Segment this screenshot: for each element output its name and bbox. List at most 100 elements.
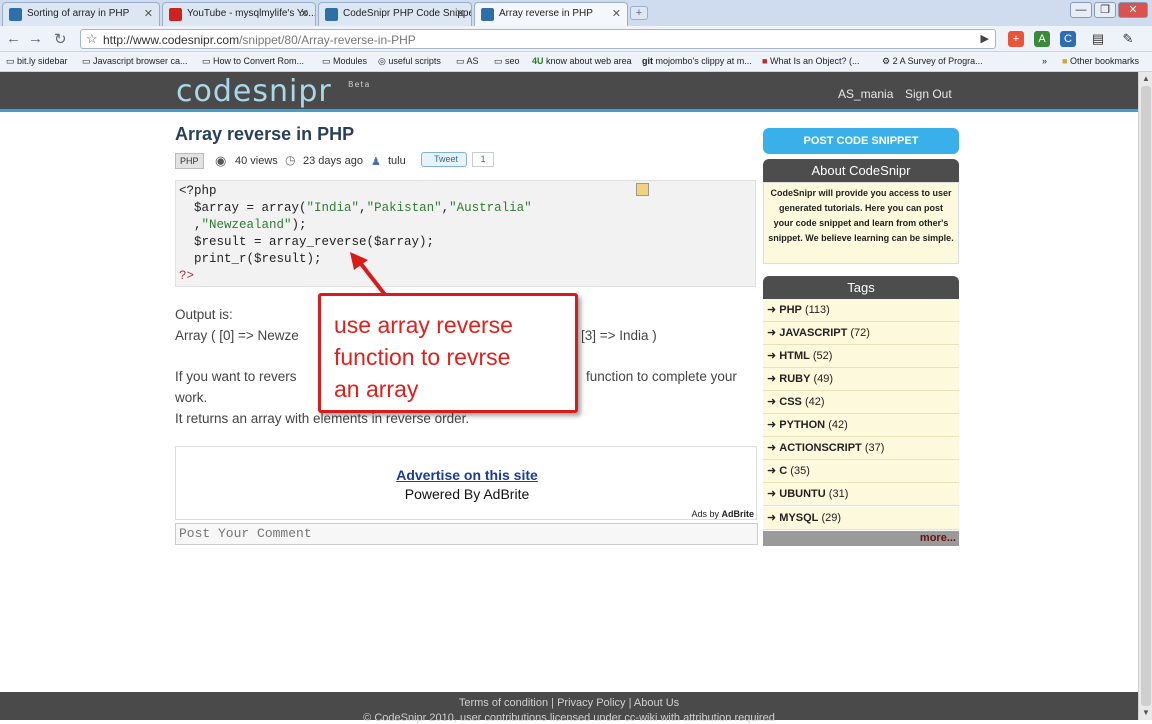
url-domain: http://www.codesnipr.com [103,33,240,47]
bookmark-label: useful scripts [388,56,441,66]
tags-panel-title: Tags [763,276,959,300]
bookmark-label: mojombo's clippy at m... [655,56,752,66]
scroll-down-icon[interactable]: ▼ [1142,708,1150,717]
other-bookmarks-folder[interactable]: ■ Other bookmarks [1062,56,1139,66]
copy-code-icon[interactable] [636,183,649,196]
about-us-link[interactable]: About Us [634,697,679,709]
close-window-button[interactable]: ✕ [1118,2,1148,18]
extension-badge-icon[interactable]: C [1060,31,1076,47]
close-tab-icon[interactable]: ✕ [144,7,153,20]
plus-extension-icon[interactable]: + [1008,31,1024,47]
bookmark-item[interactable]: 4U know about web area [532,56,632,66]
tag-name: JAVASCRIPT [779,327,848,339]
tag-item[interactable]: ➜ PHP (113) [763,299,959,322]
description-left: If you want to revers [175,369,297,384]
translate-extension-icon[interactable]: A [1034,31,1050,47]
close-tab-icon[interactable]: ✕ [612,7,621,20]
page-menu-icon[interactable]: ▤ [1090,31,1106,47]
bookmark-item[interactable]: ▭ How to Convert Rom... [202,56,304,67]
tag-item[interactable]: ➜ ACTIONSCRIPT (37) [763,437,959,460]
bookmark-item[interactable]: ▭ Javascript browser ca... [82,56,188,67]
eye-icon: ◉ [215,153,227,168]
bookmark-label: know about web area [546,56,632,66]
ads-brand: AdBrite [721,509,754,519]
more-tags-link[interactable]: more... [763,531,959,546]
tab-codesnipr-php[interactable]: CodeSnipr PHP Code Snippets ✕ [318,2,472,26]
bookmark-item[interactable]: ▭ Modules [322,56,367,67]
close-tab-icon[interactable]: ✕ [300,7,309,20]
code-token: ); [291,218,307,232]
restore-button[interactable]: ❐ [1094,2,1116,18]
scrollbar-thumb[interactable] [1141,86,1151,706]
tag-item[interactable]: ➜ JAVASCRIPT (72) [763,322,959,345]
code-string: "Pakistan" [366,201,442,215]
bookmark-label: Javascript browser ca... [93,56,188,66]
bookmark-item[interactable]: git mojombo's clippy at m... [642,56,752,66]
sign-out-link[interactable]: Sign Out [905,87,952,101]
bookmark-item[interactable]: ▭ bit.ly sidebar [6,56,68,67]
bookmark-git-icon: git [642,56,653,66]
reload-icon[interactable]: ↻ [54,30,67,48]
bookmark-item[interactable]: ■ What Is an Object? (... [762,56,860,66]
code-line: $array = array("India","Pakistan","Austr… [179,201,532,215]
logo-beta-tag: Beta [348,80,371,89]
new-tab-button[interactable]: + [630,6,648,20]
output-text-right: [3] => India ) [581,328,657,343]
scroll-up-icon[interactable]: ▲ [1142,74,1150,83]
code-line: <?php [179,184,217,198]
about-panel-text: CodeSnipr will provide you access to use… [763,182,959,264]
bookmark-star-icon[interactable]: ☆ [86,31,98,47]
bookmark-label: What Is an Object? (... [769,56,860,66]
bookmark-red-icon: ■ [762,56,768,66]
address-bar[interactable]: ☆ http://www.codesnipr.com/snippet/80/Ar… [80,29,996,49]
wrench-menu-icon[interactable]: ✎ [1120,31,1136,47]
tab-label: CodeSnipr PHP Code Snippets [343,8,472,19]
ads-by-label[interactable]: Ads by AdBrite [691,509,754,519]
tweet-button[interactable]: Tweet [421,152,467,167]
minimize-button[interactable]: — [1070,2,1092,18]
tab-sorting-array[interactable]: Sorting of array in PHP ✕ [2,2,160,26]
tag-count: (49) [813,373,834,385]
tab-label: Array reverse in PHP [499,8,593,19]
tag-item[interactable]: ➜ RUBY (49) [763,368,959,391]
bookmark-item[interactable]: ▭ seo [494,56,520,67]
vertical-scrollbar[interactable]: ▲ ▼ [1138,72,1152,720]
go-arrow-icon[interactable]: ▶ [981,32,989,45]
forward-arrow-icon[interactable]: → [28,30,43,47]
tag-name: HTML [779,350,810,362]
code-string: "Australia" [449,201,532,215]
advertise-link[interactable]: Advertise on this site [176,467,758,483]
bookmarks-overflow-button[interactable]: » [1042,56,1047,66]
bookmark-item[interactable]: ◎ useful scripts [378,56,441,67]
tag-name: MYSQL [779,512,819,524]
tag-item[interactable]: ➜ PYTHON (42) [763,414,959,437]
privacy-link[interactable]: Privacy Policy [557,697,625,709]
close-tab-icon[interactable]: ✕ [456,7,465,20]
bookmark-item[interactable]: ⚙ 2 A Survey of Progra... [882,56,983,67]
language-badge[interactable]: PHP [175,153,204,169]
tab-array-reverse[interactable]: Array reverse in PHP ✕ [474,2,628,26]
author-name[interactable]: tulu [388,155,406,167]
code-token: , [179,218,202,232]
tag-item[interactable]: ➜ HTML (52) [763,345,959,368]
comment-input[interactable]: Post Your Comment [175,523,758,545]
bookmark-4u-icon: 4U [532,56,544,66]
bookmark-item[interactable]: ▭ AS [456,56,479,67]
bookmark-label: Modules [333,56,368,66]
username-link[interactable]: AS_mania [838,87,893,101]
tag-item[interactable]: ➜ CSS (42) [763,391,959,414]
tag-item[interactable]: ➜ MYSQL (29) [763,507,959,530]
tab-youtube[interactable]: YouTube - mysqlmylife's Yo... ✕ [162,2,316,26]
terms-link[interactable]: Terms of condition [459,697,548,709]
post-code-snippet-button[interactable]: POST CODE SNIPPET [763,128,959,154]
tag-item[interactable]: ➜ C (35) [763,460,959,483]
code-line: $result = array_reverse($array); [179,235,435,249]
tag-item[interactable]: ➜ UBUNTU (31) [763,483,959,506]
site-logo[interactable]: codesnipr Beta [176,74,369,109]
callout-line: function to revrse [334,344,511,370]
site-header: codesnipr Beta AS_mania Sign Out [0,72,1138,112]
footer-links: Terms of condition | Privacy Policy | Ab… [0,697,1138,709]
back-arrow-icon[interactable]: ← [6,30,21,47]
tag-name: UBUNTU [779,488,826,500]
codesnipr-favicon-icon [325,8,338,21]
